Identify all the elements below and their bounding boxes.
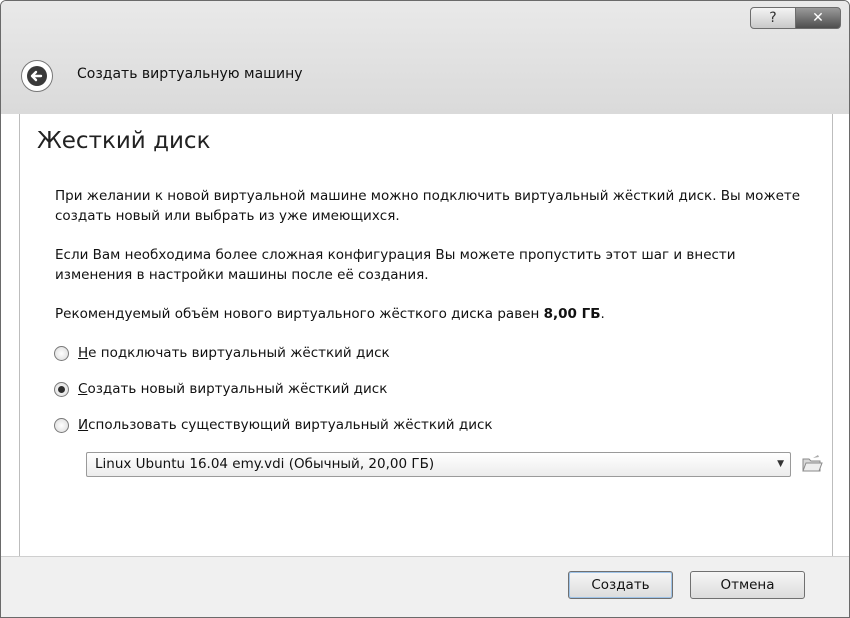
button-bar: Создать Отмена <box>1 556 849 617</box>
radio-label-rest: е подключать виртуальный жёсткий диск <box>88 345 390 361</box>
radio-label: Использовать существующий виртуальный жё… <box>78 417 493 433</box>
radio-button[interactable] <box>54 345 69 361</box>
select-value: Linux Ubuntu 16.04 emy.vdi (Обычный, 20,… <box>95 456 435 472</box>
folder-open-icon[interactable] <box>801 454 823 474</box>
back-arrow-icon[interactable] <box>21 60 53 92</box>
existing-disk-select[interactable]: Linux Ubuntu 16.04 emy.vdi (Обычный, 20,… <box>86 452 791 477</box>
accelerator-key: И <box>78 417 89 433</box>
accelerator-key: Н <box>78 345 89 361</box>
recommend-size-value: 8,00 ГБ <box>543 306 601 322</box>
radio-label: Не подключать виртуальный жёсткий диск <box>78 345 390 361</box>
cancel-button[interactable]: Отмена <box>690 571 805 599</box>
radio-label-rest: оздать новый виртуальный жёсткий диск <box>87 381 388 397</box>
dialog-window: ? ✕ Создать виртуальную машину Жесткий д… <box>0 0 850 618</box>
radio-label: Создать новый виртуальный жёсткий диск <box>78 381 387 397</box>
recommended-size-text: Рекомендуемый объём нового виртуального … <box>55 304 815 324</box>
recommend-end: . <box>600 306 605 322</box>
radio-label-rest: спользовать существующий виртуальный жёс… <box>88 417 493 433</box>
chevron-down-icon[interactable]: ▼ <box>777 453 784 476</box>
radio-use-existing-disk[interactable]: Использовать существующий виртуальный жё… <box>54 417 493 433</box>
radio-no-disk[interactable]: Не подключать виртуальный жёсткий диск <box>54 345 390 361</box>
radio-button-selected[interactable] <box>54 381 69 397</box>
window-controls: ? ✕ <box>750 7 841 29</box>
title-bar: ? ✕ Создать виртуальную машину <box>1 1 849 114</box>
close-button[interactable]: ✕ <box>795 7 841 29</box>
help-button[interactable]: ? <box>750 7 796 29</box>
create-button[interactable]: Создать <box>568 571 673 599</box>
advanced-text: Если Вам необходима более сложная конфиг… <box>55 247 736 283</box>
intro-text: При желании к новой виртуальной машине м… <box>55 188 801 224</box>
radio-button[interactable] <box>54 417 69 433</box>
window-title: Создать виртуальную машину <box>77 66 303 82</box>
radio-create-new-disk[interactable]: Создать новый виртуальный жёсткий диск <box>54 381 387 397</box>
page-heading: Жесткий диск <box>37 128 211 154</box>
recommend-label: Рекомендуемый объём нового виртуального … <box>55 306 544 322</box>
wizard-page: Жесткий диск При желании к новой виртуал… <box>19 114 833 556</box>
